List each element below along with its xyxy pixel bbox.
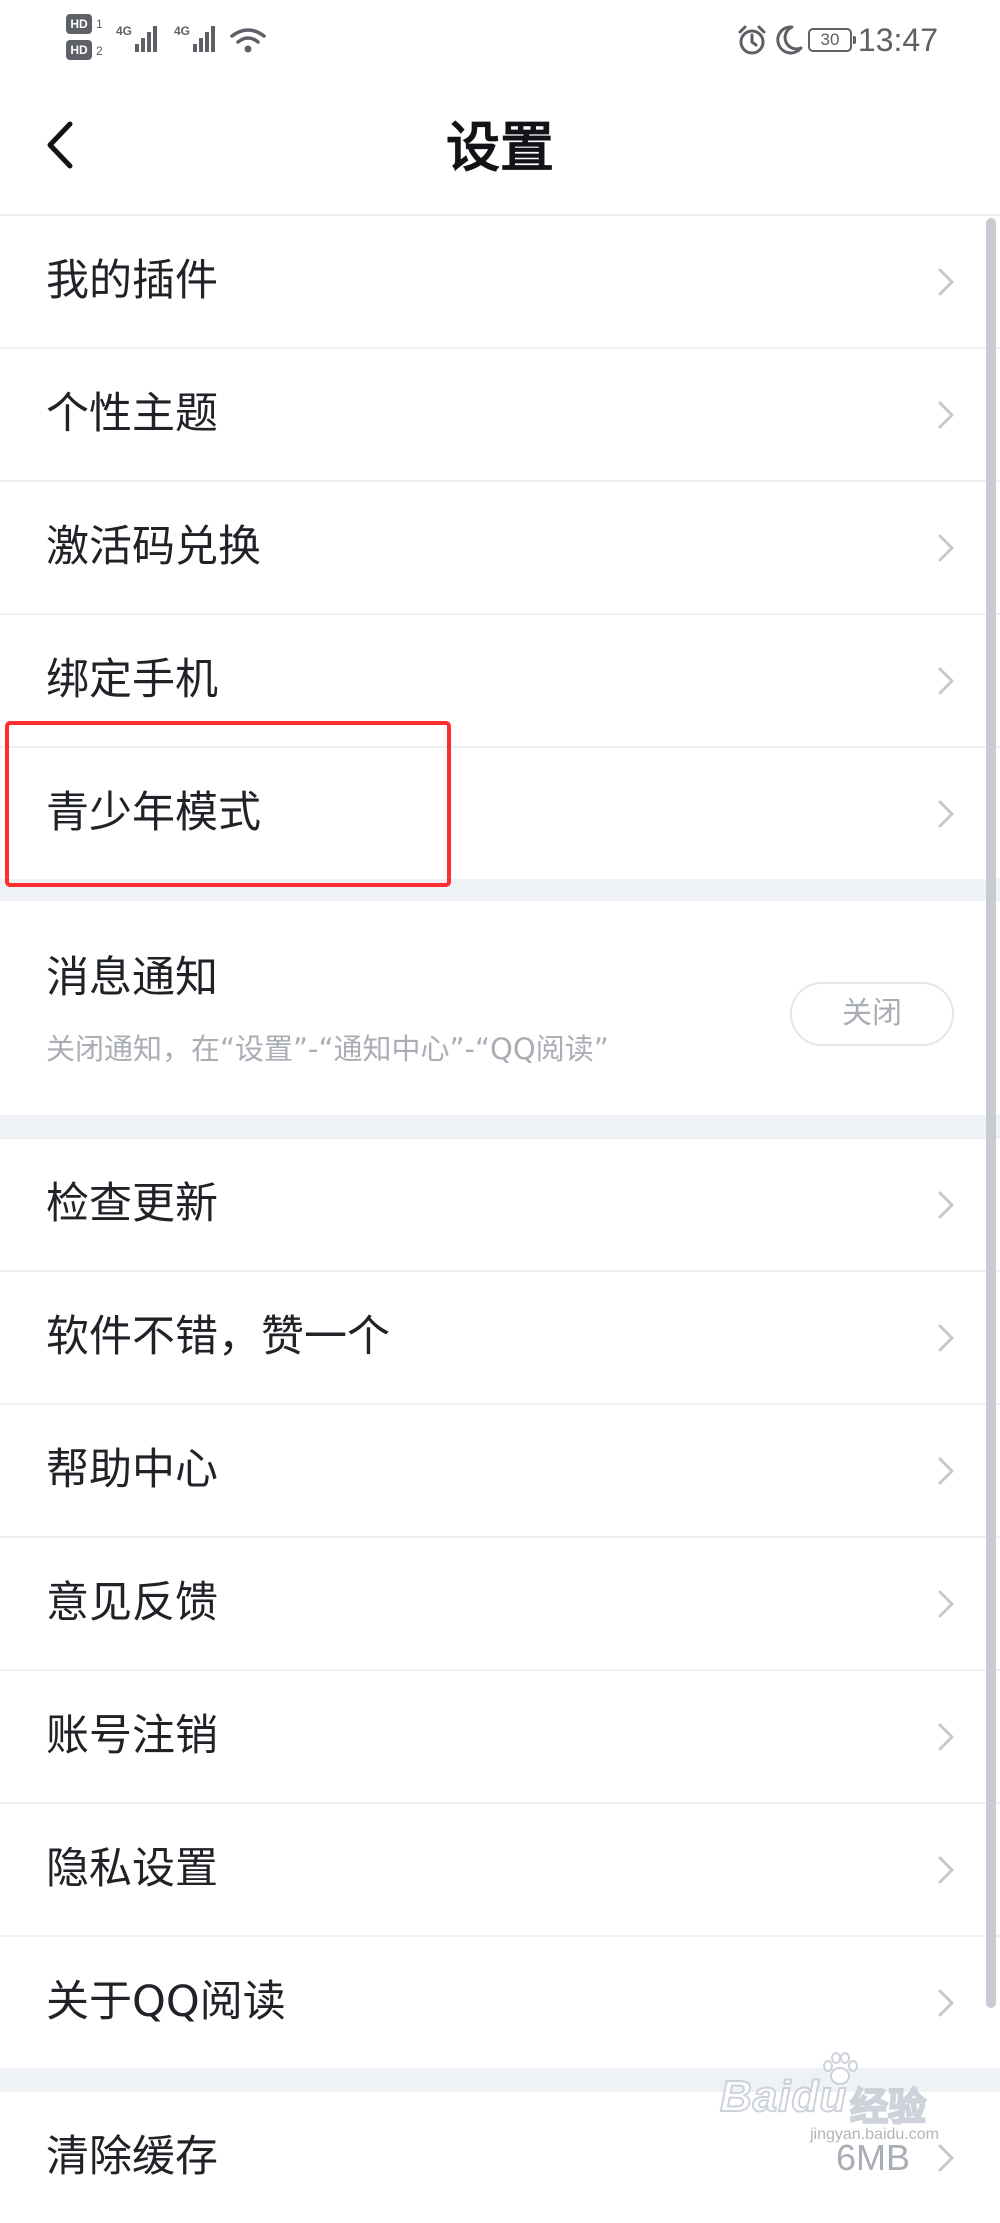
settings-item-label: 青少年模式 [46, 788, 261, 838]
notification-title: 消息通知 [46, 953, 218, 1003]
settings-item-label: 关于QQ阅读 [46, 1977, 286, 2027]
notification-setting: 消息通知 关闭通知，在“设置”-“通知中心”-“QQ阅读” 关闭 [0, 901, 1000, 1115]
settings-item-rate-app[interactable]: 软件不错，赞一个 [0, 1270, 1000, 1403]
chevron-right-icon [938, 1989, 954, 2016]
settings-group-2: 检查更新 软件不错，赞一个 帮助中心 意见反馈 账号注销 隐私设置 关于QQ阅读 [0, 1137, 1000, 2068]
cache-size-value: 6MB [835, 2137, 910, 2178]
signal-icon [135, 26, 157, 52]
section-divider [0, 879, 1000, 901]
settings-group-3: 清除缓存 6MB [0, 2090, 1000, 2223]
settings-item-feedback[interactable]: 意见反馈 [0, 1536, 1000, 1669]
settings-item-bind-phone[interactable]: 绑定手机 [0, 613, 1000, 746]
settings-item-about[interactable]: 关于QQ阅读 [0, 1935, 1000, 2068]
settings-item-label: 账号注销 [46, 1711, 218, 1761]
settings-item-label: 清除缓存 [46, 2132, 218, 2182]
sim1-label: 1 [96, 17, 103, 31]
notification-description: 关闭通知，在“设置”-“通知中心”-“QQ阅读” [46, 1032, 609, 1066]
chevron-right-icon [938, 667, 954, 694]
settings-item-teen-mode[interactable]: 青少年模式 [0, 746, 1000, 879]
settings-item-activation-code[interactable]: 激活码兑换 [0, 480, 1000, 613]
section-divider [0, 2068, 1000, 2090]
chevron-right-icon [938, 1324, 954, 1351]
status-bar-left: HD 1 HD 2 4G 4G [66, 14, 276, 70]
clock: 13:47 [857, 22, 938, 58]
settings-item-label: 隐私设置 [46, 1844, 218, 1894]
settings-item-label: 检查更新 [46, 1179, 218, 1229]
settings-item-privacy[interactable]: 隐私设置 [0, 1802, 1000, 1935]
chevron-right-icon [938, 534, 954, 561]
wifi-icon [230, 28, 266, 53]
signal-icon-2 [193, 26, 215, 52]
settings-item-label: 意见反馈 [46, 1578, 218, 1628]
settings-item-clear-cache[interactable]: 清除缓存 6MB [0, 2090, 1000, 2223]
settings-item-label: 个性主题 [46, 389, 218, 439]
chevron-right-icon [938, 1723, 954, 1750]
hd-badge-2: HD [66, 40, 92, 60]
settings-item-plugins[interactable]: 我的插件 [0, 214, 1000, 347]
settings-list: 我的插件 个性主题 激活码兑换 绑定手机 青少年模式 消息通知 关闭通知，在“设… [0, 214, 1000, 2223]
chevron-right-icon [938, 1590, 954, 1617]
page-title: 设置 [446, 115, 554, 179]
alarm-icon [738, 25, 766, 55]
notification-toggle-button[interactable]: 关闭 [790, 982, 954, 1046]
settings-item-help-center[interactable]: 帮助中心 [0, 1403, 1000, 1536]
settings-group-1: 我的插件 个性主题 激活码兑换 绑定手机 青少年模式 [0, 214, 1000, 879]
settings-item-theme[interactable]: 个性主题 [0, 347, 1000, 480]
app-header: 设置 [0, 80, 1000, 214]
settings-item-label: 绑定手机 [46, 655, 218, 705]
settings-item-label: 我的插件 [46, 256, 218, 306]
network-type-2: 4G [174, 24, 191, 38]
settings-item-check-update[interactable]: 检查更新 [0, 1137, 1000, 1270]
settings-item-label: 软件不错，赞一个 [46, 1312, 390, 1362]
status-bar: HD 1 HD 2 4G 4G 30 13:47 [0, 0, 1000, 80]
settings-item-delete-account[interactable]: 账号注销 [0, 1669, 1000, 1802]
battery-indicator: 30 [808, 28, 856, 52]
settings-item-label: 激活码兑换 [46, 522, 261, 572]
moon-icon [776, 25, 803, 55]
sim2-label: 2 [96, 44, 103, 58]
chevron-right-icon [938, 800, 954, 827]
chevron-right-icon [938, 1856, 954, 1883]
status-bar-right: 30 13:47 [700, 0, 1000, 80]
network-type-1: 4G [116, 24, 133, 38]
chevron-right-icon [938, 401, 954, 428]
scrollbar[interactable] [986, 218, 996, 2008]
chevron-right-icon [938, 1191, 954, 1218]
chevron-right-icon [938, 2144, 954, 2171]
chevron-right-icon [938, 1457, 954, 1484]
hd-badge-1: HD [66, 14, 92, 34]
section-divider [0, 1115, 1000, 1137]
settings-item-label: 帮助中心 [46, 1445, 218, 1495]
chevron-right-icon [938, 268, 954, 295]
